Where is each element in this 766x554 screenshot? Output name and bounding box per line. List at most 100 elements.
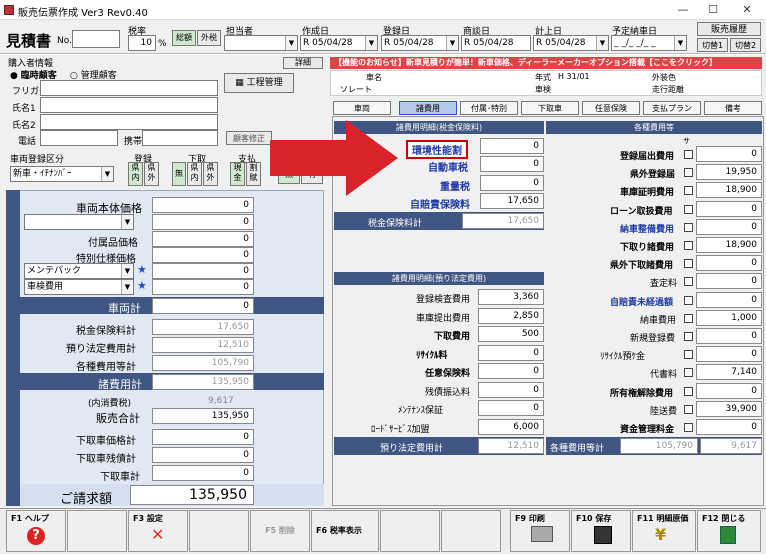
legal-row-value[interactable]: 0 [478,381,544,398]
misc-row-value[interactable]: 0 [696,146,762,162]
reg-in-button[interactable]: 県内 [128,162,143,186]
misc-row-checkbox[interactable] [684,241,693,250]
combo1-amount[interactable]: 0 [152,214,254,230]
pay-cash-button[interactable]: 現金 [230,162,245,186]
legal-row-value[interactable]: 6,000 [478,418,544,435]
tab-accessories[interactable]: 付属･特別 [460,101,518,115]
name1-input[interactable] [40,97,218,113]
f3-settings-button[interactable]: F3 設定 ✕ [128,510,188,552]
misc-row-checkbox[interactable] [684,259,693,269]
close-button[interactable]: ✕ [734,2,760,18]
mobile-input[interactable] [142,130,218,146]
no-input[interactable] [72,30,120,48]
legal-row-value[interactable]: 0 [478,363,544,379]
combo1-select[interactable]: ▼ [24,214,134,230]
maximize-button[interactable]: ☐ [700,2,726,18]
f12-close-button[interactable]: F12 閉じる [697,510,761,552]
misc-row-value[interactable]: 0 [696,291,762,308]
trade-in-button[interactable]: 県内 [187,162,202,186]
misc-row-value[interactable]: 0 [696,328,762,344]
misc-row-checkbox[interactable] [684,186,693,196]
sales-history-button[interactable]: 販売履歴 [697,22,761,36]
trade-none-button[interactable]: 無 [172,162,186,186]
trade-out-button[interactable]: 県外 [203,162,218,186]
customer-fix-button[interactable]: 顧客修正 [226,131,272,145]
accessory-amount[interactable]: 0 [152,231,254,247]
minimize-button[interactable]: — [670,2,696,18]
staff-select[interactable]: ▼ [224,35,298,51]
misc-row-checkbox[interactable] [684,368,693,378]
tab-car[interactable]: 車両 [333,101,391,115]
misc-row-checkbox[interactable] [684,295,693,305]
booked-date[interactable]: R 05/04/28 ▼ [533,35,609,51]
reg-area-select[interactable]: 新車・ｲﾁﾅﾝﾊﾞｰ ▼ [10,166,114,182]
misc-row-value[interactable]: 7,140 [696,364,762,381]
reg-out-button[interactable]: 県外 [144,162,159,186]
f7-empty-button[interactable] [380,510,440,552]
misc-row-checkbox[interactable] [684,404,693,414]
weight-tax-value[interactable]: 0 [480,175,544,191]
f10-save-button[interactable]: F10 保存 [571,510,631,552]
env-tax-value[interactable]: 0 [480,138,544,154]
misc-row-checkbox[interactable] [684,277,693,287]
combo2-select[interactable]: メンテパック ▼ [24,263,134,279]
tab-notes[interactable]: 備考 [704,101,762,115]
furigana-input[interactable] [40,80,218,96]
registered-date[interactable]: R 05/04/28 ▼ [381,35,459,51]
f9-print-button[interactable]: F9 印刷 [510,510,570,552]
tab-insurance[interactable]: 任意保険 [582,101,640,115]
f4-empty-button[interactable] [189,510,249,552]
created-date[interactable]: R 05/04/28 ▼ [300,35,378,51]
tax-inclusive-button[interactable]: 総額 [172,30,196,46]
misc-row-value[interactable]: 0 [696,346,762,363]
phone-input[interactable] [40,130,118,146]
combo3-select[interactable]: 車検費用 ▼ [24,279,134,295]
combo2-amount[interactable]: 0 [152,263,254,279]
misc-row-checkbox[interactable] [684,150,693,159]
misc-row-value[interactable]: 18,900 [696,237,762,253]
base-price-input[interactable]: 0 [152,197,254,213]
f2-empty-button[interactable] [67,510,127,552]
misc-row-value[interactable]: 0 [696,382,762,399]
misc-row-value[interactable]: 0 [696,218,762,235]
misc-row-value[interactable]: 0 [696,255,762,272]
misc-row-checkbox[interactable] [684,204,693,214]
special-amount[interactable]: 0 [152,247,254,263]
switch1-button[interactable]: 切替1 [697,38,728,52]
misc-row-checkbox[interactable] [684,168,693,178]
misc-row-checkbox[interactable] [684,350,693,360]
legal-row-value[interactable]: 0 [478,400,544,416]
tax-exclusive-button[interactable]: 外税 [197,30,221,46]
legal-row-value[interactable]: 500 [478,326,544,342]
tab-fees[interactable]: 諸費用 [399,101,457,115]
process-management-button[interactable]: ▦ 工程管理 [224,73,294,93]
misc-row-value[interactable]: 0 [696,200,762,217]
negotiated-date[interactable]: R 05/04/28 [461,35,531,51]
misc-row-value[interactable]: 0 [696,419,762,435]
notice-banner[interactable]: 【機能のお知らせ】新車見積りが簡単！新車価格、ディーラーメーカーオプション搭載【… [330,57,762,69]
name2-input[interactable] [40,114,218,130]
misc-row-checkbox[interactable] [684,222,693,232]
tab-payment[interactable]: 支払プラン [643,101,701,115]
tab-trade[interactable]: 下取車 [521,101,579,115]
misc-row-value[interactable]: 39,900 [696,400,762,417]
legal-row-value[interactable]: 2,850 [478,307,544,324]
detail-button[interactable]: 詳細 [283,57,323,69]
misc-row-value[interactable]: 18,900 [696,182,762,199]
misc-row-checkbox[interactable] [684,313,693,323]
planned-date[interactable]: _ _/_ _/_ _ ▼ [611,35,687,51]
misc-row-checkbox[interactable] [684,332,693,341]
legal-row-value[interactable]: 0 [478,344,544,361]
switch2-button[interactable]: 切替2 [730,38,761,52]
f5-delete-button[interactable]: F5 削除 [250,510,310,552]
cali-value[interactable]: 17,650 [480,193,544,209]
f11-cost-button[interactable]: F11 明細原価 ¥ [632,510,696,552]
misc-row-checkbox[interactable] [684,386,693,396]
misc-row-value[interactable]: 1,000 [696,309,762,326]
tax-rate-input[interactable]: 10 [128,35,156,51]
pay-loan-button[interactable]: 割賦 [246,162,261,186]
f8-empty-button[interactable] [441,510,501,552]
combo3-amount[interactable]: 0 [152,279,254,295]
legal-row-value[interactable]: 3,360 [478,289,544,305]
misc-row-checkbox[interactable] [684,423,693,432]
